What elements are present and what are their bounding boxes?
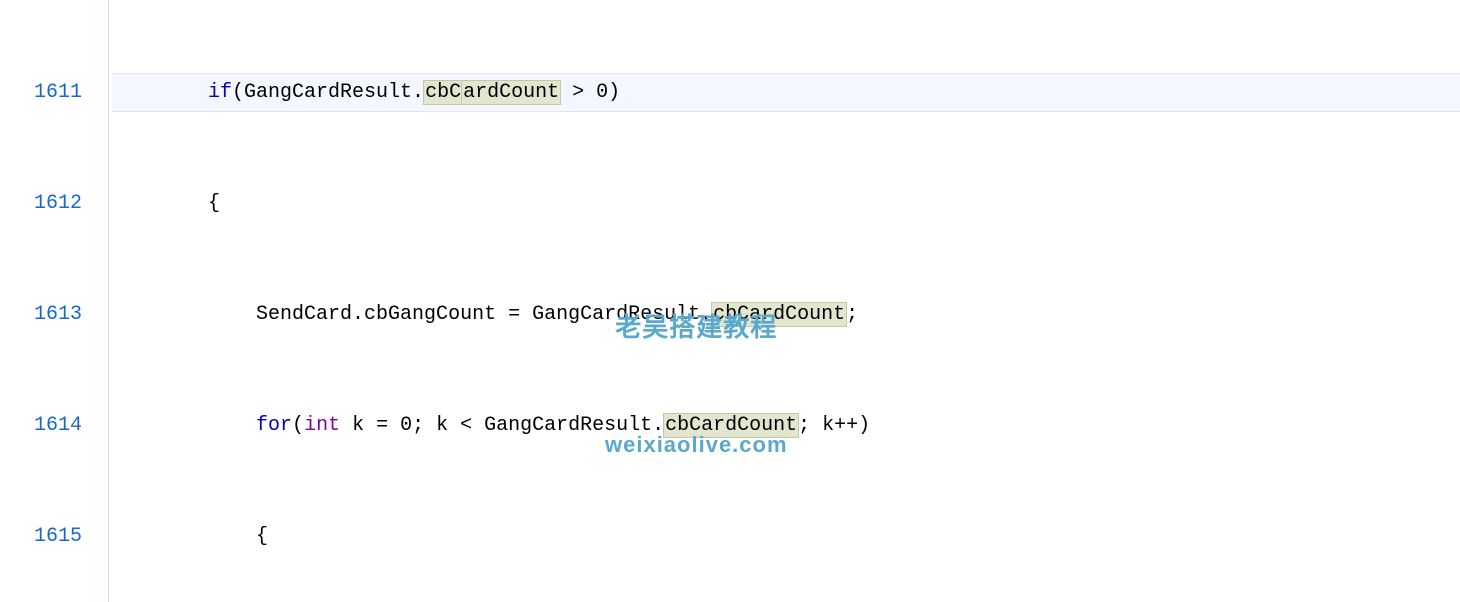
code-line[interactable]: SendCard.cbGangCount = GangCardResult.cb… [112,296,1460,333]
type-int: int [304,414,340,437]
search-highlight: cbCardCount [663,413,799,438]
code-line[interactable]: { [112,185,1460,222]
line-number: 1611 [0,74,82,111]
code-editor[interactable]: 1611 1612 1613 1614 1615 1616 1617 1618 … [0,0,1460,333]
search-highlight: cbCardCount [711,302,847,327]
code-line[interactable]: if(GangCardResult.cbCardCount > 0) [112,73,1460,112]
line-number: 1615 [0,518,82,555]
code-line[interactable]: for(int k = 0; k < GangCardResult.cbCard… [112,407,1460,444]
line-number-gutter: 1611 1612 1613 1614 1615 1616 1617 1618 … [0,0,90,602]
line-number: 1613 [0,296,82,333]
line-number: 1612 [0,185,82,222]
search-highlight: cbC [423,80,463,105]
code-line[interactable]: { [112,518,1460,555]
line-number: 1614 [0,407,82,444]
fold-margin[interactable] [90,0,109,602]
keyword-for: for [256,414,292,437]
search-highlight: ardCount [461,80,561,105]
code-area[interactable]: if(GangCardResult.cbCardCount > 0) { Sen… [112,0,1460,602]
keyword-if: if [208,81,232,104]
